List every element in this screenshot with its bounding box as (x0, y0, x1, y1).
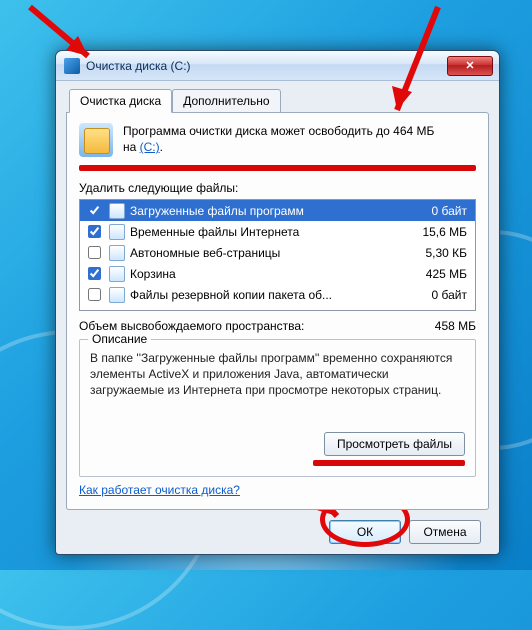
list-item[interactable]: Корзина 425 МБ (80, 263, 475, 284)
drive-icon (79, 123, 113, 157)
dialog-buttons: ОК Отмена (66, 510, 489, 544)
tab-content: Программа очистки диска может освободить… (66, 112, 489, 510)
close-button[interactable]: ✕ (447, 56, 493, 76)
help-link[interactable]: Как работает очистка диска? (79, 483, 240, 497)
files-list[interactable]: Загруженные файлы программ 0 байт Времен… (79, 199, 476, 311)
client-area: Очистка диска Дополнительно Программа оч… (56, 81, 499, 554)
file-checkbox[interactable] (88, 204, 101, 217)
titlebar[interactable]: Очистка диска (C:) ✕ (56, 51, 499, 81)
tab-more-options[interactable]: Дополнительно (172, 89, 280, 113)
view-files-button[interactable]: Просмотреть файлы (324, 432, 465, 456)
close-icon: ✕ (465, 59, 474, 72)
total-label: Объем высвобождаемого пространства: (79, 319, 304, 333)
file-icon (109, 203, 125, 219)
cancel-button[interactable]: Отмена (409, 520, 481, 544)
file-checkbox[interactable] (88, 225, 101, 238)
list-item[interactable]: Временные файлы Интернета 15,6 МБ (80, 221, 475, 242)
file-checkbox[interactable] (88, 267, 101, 280)
disk-cleanup-window: Очистка диска (C:) ✕ Очистка диска Допол… (55, 50, 500, 555)
file-icon (109, 266, 125, 282)
window-title: Очистка диска (C:) (86, 59, 447, 73)
list-item[interactable]: Загруженные файлы программ 0 байт (80, 200, 475, 221)
drive-link[interactable]: (C:) (140, 140, 160, 154)
file-icon (109, 287, 125, 303)
tab-cleanup[interactable]: Очистка диска (69, 89, 172, 113)
file-checkbox[interactable] (88, 246, 101, 259)
annotation-underline-info (79, 165, 476, 171)
delete-files-label: Удалить следующие файлы: (79, 181, 476, 195)
ok-button[interactable]: ОК (329, 520, 401, 544)
file-checkbox[interactable] (88, 288, 101, 301)
description-heading: Описание (88, 332, 151, 346)
description-text: В папке ''Загруженные файлы программ'' в… (90, 350, 465, 424)
file-icon (109, 245, 125, 261)
list-item[interactable]: Файлы резервной копии пакета об... 0 бай… (80, 284, 475, 305)
disk-cleanup-icon (64, 58, 80, 74)
info-text: Программа очистки диска может освободить… (123, 123, 434, 155)
list-item[interactable]: Автономные веб-страницы 5,30 КБ (80, 242, 475, 263)
annotation-underline-viewfiles (313, 460, 465, 466)
total-value: 458 МБ (435, 319, 476, 333)
file-icon (109, 224, 125, 240)
description-group: Описание В папке ''Загруженные файлы про… (79, 339, 476, 477)
